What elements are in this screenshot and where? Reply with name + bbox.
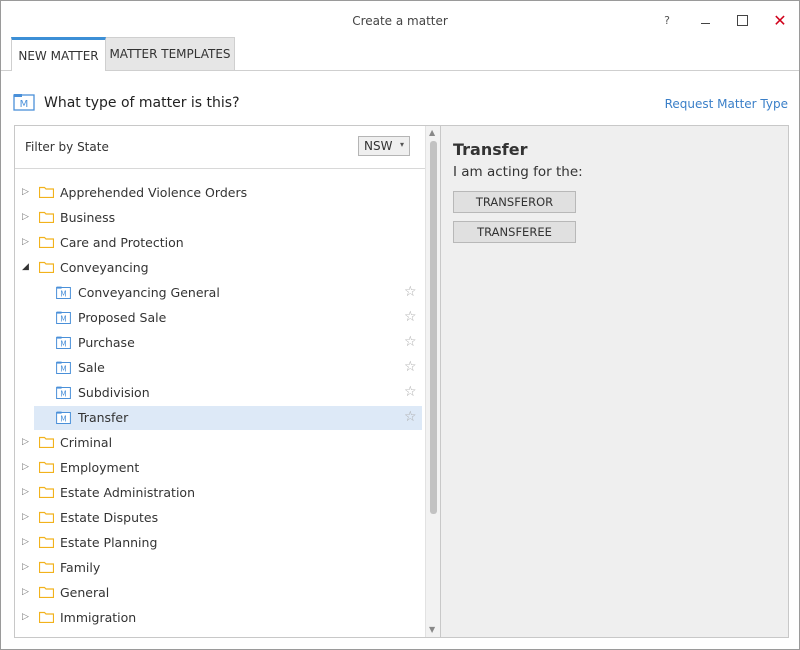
tree-item-apprehended-violence-orders[interactable]: ▷ Apprehended Violence Orders <box>15 181 422 205</box>
tree-item-purchase[interactable]: M Purchase ☆ <box>15 331 422 355</box>
scroll-thumb[interactable] <box>430 141 437 514</box>
tree-item-general[interactable]: ▷ General <box>15 581 422 605</box>
favorite-star-icon[interactable]: ☆ <box>404 334 417 350</box>
tab-matter-templates[interactable]: MATTER TEMPLATES <box>105 37 235 70</box>
expand-arrow-icon[interactable]: ▷ <box>22 562 30 573</box>
minimize-icon <box>700 22 710 24</box>
matter-type-icon: M <box>13 94 35 111</box>
folder-icon <box>39 536 54 548</box>
tree-item-proposed-sale[interactable]: M Proposed Sale ☆ <box>15 306 422 330</box>
filter-label: Filter by State <box>25 140 109 154</box>
folder-icon <box>39 186 54 198</box>
folder-icon <box>39 561 54 573</box>
folder-icon <box>39 611 54 623</box>
matter-icon: M <box>56 286 71 299</box>
tree-item-subdivision[interactable]: M Subdivision ☆ <box>15 381 422 405</box>
folder-icon <box>39 436 54 448</box>
folder-icon <box>39 511 54 523</box>
expand-arrow-icon[interactable]: ▷ <box>22 537 30 548</box>
folder-icon <box>39 586 54 598</box>
favorite-star-icon[interactable]: ☆ <box>404 359 417 375</box>
tree-item-estate-disputes[interactable]: ▷ Estate Disputes <box>15 506 422 530</box>
page-question: What type of matter is this? <box>44 95 240 111</box>
tree-item-immigration[interactable]: ▷ Immigration <box>15 606 422 630</box>
expand-arrow-icon[interactable]: ▷ <box>22 512 30 523</box>
matter-type-panel: Filter by State NSW ▾ ▷ Apprehended Viol… <box>14 125 441 638</box>
tree-item-transfer[interactable]: M Transfer ☆ <box>34 406 422 430</box>
expand-arrow-icon[interactable]: ▷ <box>22 212 30 223</box>
tab-divider <box>1 70 799 71</box>
tree-item-business[interactable]: ▷ Business <box>15 206 422 230</box>
favorite-star-icon[interactable]: ☆ <box>404 309 417 325</box>
tree-item-care-and-protection[interactable]: ▷ Care and Protection <box>15 231 422 255</box>
collapse-arrow-icon[interactable]: ◢ <box>22 262 30 273</box>
tree-item-conveyancing[interactable]: ◢ Conveyancing <box>15 256 422 280</box>
matter-icon: M <box>56 311 71 324</box>
svg-text:M: M <box>60 390 66 399</box>
matter-icon: M <box>56 411 71 424</box>
svg-text:M: M <box>60 365 66 374</box>
folder-icon <box>39 461 54 473</box>
favorite-star-icon[interactable]: ☆ <box>404 284 417 300</box>
matter-icon: M <box>56 361 71 374</box>
state-value: NSW <box>364 139 393 153</box>
state-dropdown[interactable]: NSW ▾ <box>358 136 410 156</box>
tree-scrollbar[interactable]: ▲ ▼ <box>425 126 440 637</box>
expand-arrow-icon[interactable]: ▷ <box>22 587 30 598</box>
detail-title: Transfer <box>453 140 528 159</box>
chevron-down-icon: ▾ <box>399 140 404 149</box>
minimize-button[interactable] <box>693 10 717 30</box>
tree-item-employment[interactable]: ▷ Employment <box>15 456 422 480</box>
folder-icon <box>39 261 54 273</box>
tree-item-criminal[interactable]: ▷ Criminal <box>15 431 422 455</box>
help-button[interactable]: ? <box>655 10 679 30</box>
maximize-button[interactable] <box>730 10 754 30</box>
matter-icon: M <box>56 386 71 399</box>
tree-item-sale[interactable]: M Sale ☆ <box>15 356 422 380</box>
window-title: Create a matter <box>352 14 448 28</box>
tab-new-matter[interactable]: NEW MATTER <box>11 37 106 71</box>
svg-text:M: M <box>60 315 66 324</box>
request-matter-type-link[interactable]: Request Matter Type <box>665 97 788 111</box>
scroll-down-icon[interactable]: ▼ <box>429 625 435 634</box>
create-matter-window: Create a matter ? ✕ NEW MATTER MATTER TE… <box>0 0 800 650</box>
tree-item-family[interactable]: ▷ Family <box>15 556 422 580</box>
tree-item-conveyancing-general[interactable]: M Conveyancing General ☆ <box>15 281 422 305</box>
svg-text:M: M <box>20 99 29 110</box>
filter-bar: Filter by State NSW ▾ <box>15 126 425 169</box>
svg-text:M: M <box>60 290 66 299</box>
svg-text:M: M <box>60 340 66 349</box>
folder-icon <box>39 486 54 498</box>
folder-icon <box>39 211 54 223</box>
expand-arrow-icon[interactable]: ▷ <box>22 462 30 473</box>
maximize-icon <box>736 14 748 26</box>
svg-text:M: M <box>60 415 66 424</box>
favorite-star-icon[interactable]: ☆ <box>404 409 417 425</box>
favorite-star-icon[interactable]: ☆ <box>404 384 417 400</box>
expand-arrow-icon[interactable]: ▷ <box>22 187 30 198</box>
expand-arrow-icon[interactable]: ▷ <box>22 612 30 623</box>
matter-detail-panel: Transfer I am acting for the: TRANSFEROR… <box>440 125 789 638</box>
detail-subtitle: I am acting for the: <box>453 164 583 180</box>
close-button[interactable]: ✕ <box>768 10 792 30</box>
matter-icon: M <box>56 336 71 349</box>
expand-arrow-icon[interactable]: ▷ <box>22 487 30 498</box>
transferor-button[interactable]: TRANSFEROR <box>453 191 576 213</box>
tree-item-estate-administration[interactable]: ▷ Estate Administration <box>15 481 422 505</box>
tree-item-estate-planning[interactable]: ▷ Estate Planning <box>15 531 422 555</box>
expand-arrow-icon[interactable]: ▷ <box>22 437 30 448</box>
folder-icon <box>39 236 54 248</box>
expand-arrow-icon[interactable]: ▷ <box>22 237 30 248</box>
scroll-up-icon[interactable]: ▲ <box>429 128 435 137</box>
title-bar: Create a matter ? ✕ <box>1 1 799 37</box>
transferee-button[interactable]: TRANSFEREE <box>453 221 576 243</box>
